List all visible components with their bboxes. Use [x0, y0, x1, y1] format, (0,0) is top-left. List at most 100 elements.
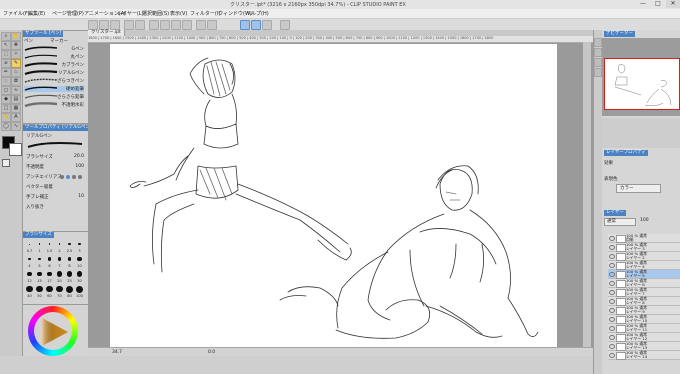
- eye-icon[interactable]: [609, 353, 615, 358]
- opacity-value[interactable]: 100: [75, 164, 84, 169]
- vertical-scrollbar[interactable]: [583, 42, 591, 347]
- brush-size-cell[interactable]: 80: [65, 285, 74, 299]
- brush-size-cell[interactable]: 3: [75, 240, 84, 254]
- eye-icon[interactable]: [609, 263, 615, 268]
- brush-size-cell[interactable]: 15: [35, 270, 44, 284]
- crop-icon[interactable]: [196, 20, 206, 30]
- brush-size-cell[interactable]: 6: [45, 255, 54, 269]
- balloon-tool-icon[interactable]: ◯: [1, 122, 11, 131]
- invert-selection-icon[interactable]: [182, 20, 192, 30]
- gradient-tool-icon[interactable]: ▤: [11, 95, 21, 104]
- navigator-tab[interactable]: ナビゲーター: [604, 31, 635, 37]
- brush-size-cell[interactable]: 12: [25, 270, 34, 284]
- menu-selection[interactable]: 選択範囲(S): [142, 10, 169, 17]
- subtool-group-marker[interactable]: マーカー: [50, 38, 68, 44]
- eye-icon[interactable]: [609, 317, 615, 322]
- property-row[interactable]: 入り抜き: [26, 204, 86, 211]
- text-tool-icon[interactable]: A: [11, 113, 21, 122]
- property-row[interactable]: ベクター吸着: [26, 184, 86, 191]
- eye-icon[interactable]: [609, 245, 615, 250]
- brush-size-value[interactable]: 20.0: [74, 154, 84, 159]
- fill-tool-icon[interactable]: ◆: [1, 95, 11, 104]
- search-layer-icon[interactable]: [594, 58, 602, 67]
- decoration-tool-icon[interactable]: ✿: [11, 77, 21, 86]
- pen-tool-icon[interactable]: ✎: [11, 59, 21, 68]
- pencil-tool-icon[interactable]: ✏: [1, 68, 11, 77]
- brush-item[interactable]: 不透明水彩: [24, 102, 84, 108]
- ruler-tool-icon[interactable]: 📏: [1, 113, 11, 122]
- minimize-button[interactable]: —: [636, 0, 650, 8]
- brush-size-cell[interactable]: 17: [45, 270, 54, 284]
- brush-size-cell[interactable]: 0.7: [25, 240, 34, 254]
- eraser-tool-icon[interactable]: ◻: [1, 86, 11, 95]
- property-row[interactable]: アンチエイリアス: [26, 174, 86, 181]
- layer-row[interactable]: 100 % 通常 レイヤー 14: [608, 351, 680, 360]
- subtool-group-pen[interactable]: ペン: [24, 38, 33, 44]
- save-icon[interactable]: [110, 20, 120, 30]
- brush-size-cell[interactable]: 7: [55, 255, 64, 269]
- tool-property-tab[interactable]: ツールプロパティ [リアルGペン]: [23, 125, 94, 131]
- brush-size-cell[interactable]: 10: [75, 255, 84, 269]
- eye-icon[interactable]: [609, 236, 615, 241]
- brush-item[interactable]: カブラペン: [24, 62, 84, 68]
- brush-tool-icon[interactable]: ♨: [11, 68, 21, 77]
- layer-property-tab[interactable]: レイヤープロパティ: [604, 150, 648, 156]
- fill-icon[interactable]: [207, 20, 217, 30]
- redo-icon[interactable]: [135, 20, 145, 30]
- stabilization-value[interactable]: 10: [78, 194, 84, 199]
- menu-layer[interactable]: レイヤー(L): [117, 10, 144, 17]
- open-file-icon[interactable]: [99, 20, 109, 30]
- layer-opacity-value[interactable]: 100: [640, 218, 649, 223]
- eye-icon[interactable]: [609, 254, 615, 259]
- brush-size-cell[interactable]: 2.5: [65, 240, 74, 254]
- blend-mode-select[interactable]: 通常: [604, 218, 636, 226]
- menu-edit[interactable]: 編集(E): [28, 10, 45, 17]
- brush-size-cell[interactable]: 2: [55, 240, 64, 254]
- brush-size-tab[interactable]: ブラシサイズ: [23, 232, 54, 238]
- brush-size-cell[interactable]: 70: [55, 285, 64, 299]
- deselect-icon[interactable]: [171, 20, 181, 30]
- subtool-tab[interactable]: サブツール [ペン]: [23, 31, 64, 37]
- correct-line-tool-icon[interactable]: ∿: [11, 122, 21, 131]
- menu-help[interactable]: ヘルプ(H): [246, 10, 269, 17]
- brush-size-cell[interactable]: 25: [65, 270, 74, 284]
- eye-icon[interactable]: [609, 344, 615, 349]
- maximize-button[interactable]: □: [651, 0, 665, 8]
- layer-tab[interactable]: レイヤー: [604, 210, 626, 216]
- selection-tool-icon[interactable]: ⬚: [1, 50, 11, 59]
- property-row[interactable]: ブラシサイズ 20.0: [26, 154, 86, 161]
- eye-icon[interactable]: [609, 335, 615, 340]
- brush-size-cell[interactable]: 1.5: [45, 240, 54, 254]
- eye-icon[interactable]: [609, 326, 615, 331]
- clear-icon[interactable]: [149, 20, 159, 30]
- history-icon[interactable]: [594, 48, 602, 57]
- drawing-canvas[interactable]: [110, 44, 557, 347]
- undo-icon[interactable]: [124, 20, 134, 30]
- sub-color-swatch[interactable]: [9, 143, 22, 156]
- menu-file[interactable]: ファイル(F): [3, 10, 30, 17]
- zoom-value[interactable]: 34.7: [112, 350, 122, 355]
- brush-item[interactable]: ざらつきペン: [24, 78, 84, 84]
- eye-icon[interactable]: [609, 272, 615, 277]
- brush-size-cell[interactable]: 50: [35, 285, 44, 299]
- brush-size-cell[interactable]: 8: [65, 255, 74, 269]
- expression-color-select[interactable]: カラー: [616, 184, 661, 193]
- color-triangle[interactable]: [38, 316, 70, 348]
- brush-size-cell[interactable]: 4: [25, 255, 34, 269]
- property-row[interactable]: 不透明度 100: [26, 164, 86, 171]
- brush-size-cell[interactable]: 30: [75, 270, 84, 284]
- eye-icon[interactable]: [609, 281, 615, 286]
- move-layer-tool-icon[interactable]: ✥: [11, 41, 21, 50]
- eye-icon[interactable]: [609, 299, 615, 304]
- brush-size-cell[interactable]: 40: [25, 285, 34, 299]
- brush-item[interactable]: 丸ペン: [24, 54, 84, 60]
- snap-ruler-icon[interactable]: [240, 20, 250, 30]
- eye-icon[interactable]: [609, 308, 615, 313]
- navigator-preview[interactable]: [604, 58, 680, 110]
- operation-tool-icon[interactable]: ↖: [1, 41, 11, 50]
- menu-view[interactable]: 表示(V): [170, 10, 187, 17]
- airbrush-tool-icon[interactable]: ∴: [1, 77, 11, 86]
- blend-tool-icon[interactable]: ≈: [11, 86, 21, 95]
- brush-size-cell[interactable]: 5: [35, 255, 44, 269]
- brush-item[interactable]: Gペン: [24, 46, 84, 52]
